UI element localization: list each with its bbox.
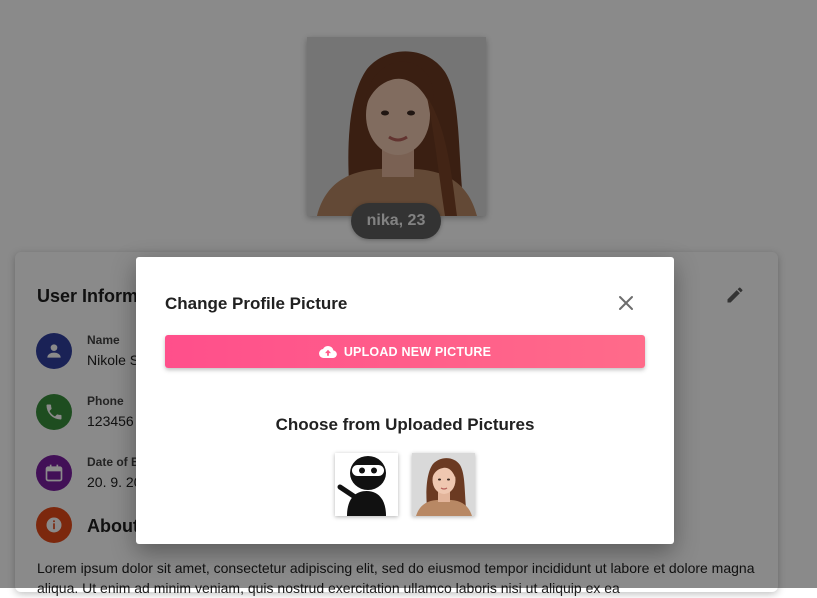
uploaded-picture-ninja[interactable]	[335, 453, 398, 516]
portrait-thumbnail	[412, 453, 475, 516]
cloud-upload-icon	[318, 345, 337, 358]
ninja-avatar-icon	[335, 453, 398, 516]
upload-button-label: UPLOAD NEW PICTURE	[343, 344, 492, 359]
uploaded-pictures-title: Choose from Uploaded Pictures	[275, 415, 535, 434]
close-icon	[619, 296, 633, 310]
dialog-title: Change Profile Picture	[165, 294, 348, 313]
upload-new-picture-button[interactable]: UPLOAD NEW PICTURE	[165, 335, 645, 368]
close-button[interactable]	[614, 291, 638, 315]
uploaded-picture-portrait[interactable]	[412, 453, 475, 516]
change-profile-picture-dialog: Change Profile Picture UPLOAD NEW PICTUR…	[136, 257, 674, 544]
